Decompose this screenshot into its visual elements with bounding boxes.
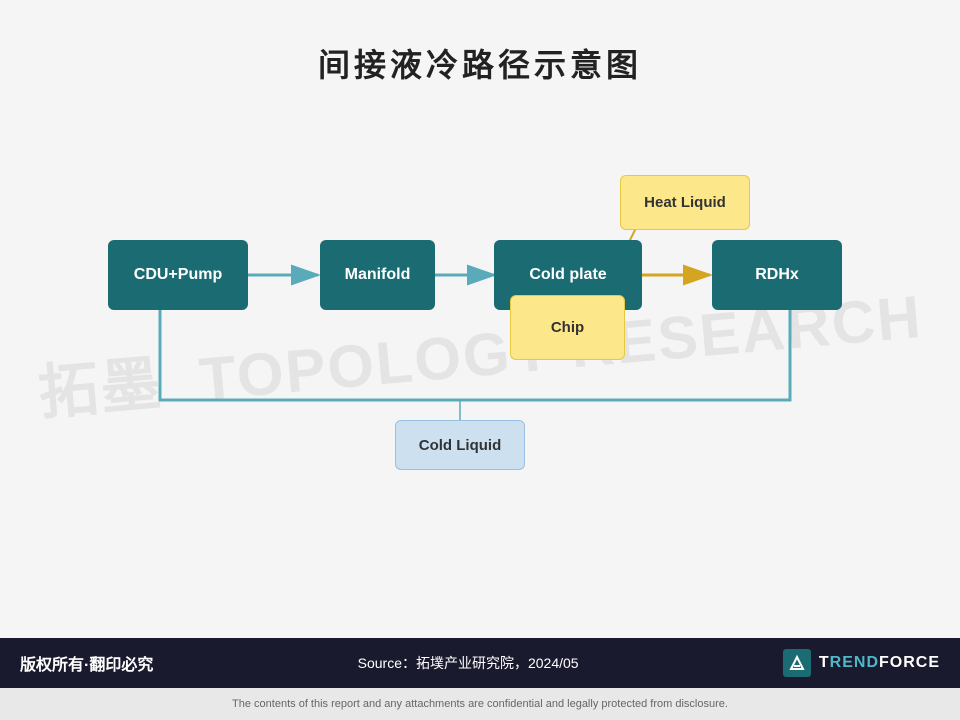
diagram-area: 拓墨 TOPOLOGY RESEARCH [0,120,960,580]
main-content: 间接液冷路径示意图 拓墨 TOPOLOGY RESEARCH [0,0,960,660]
cdu-pump-box: CDU+Pump [108,240,248,310]
footer-disclaimer: The contents of this report and any atta… [0,688,960,720]
footer-dark: 版权所有·翻印必究 Source：拓墣产业研究院，2024/05 TRENDFO… [0,638,960,688]
chip-box: Chip [510,295,625,360]
page-title: 间接液冷路径示意图 [0,0,960,86]
rdhx-box: RDHx [712,240,842,310]
heat-liquid-box: Heat Liquid [620,175,750,230]
logo-text: TRENDFORCE [819,654,940,672]
cold-liquid-box: Cold Liquid [395,420,525,470]
arrows-svg [0,120,960,580]
source-text: Source：拓墣产业研究院，2024/05 [153,653,783,673]
logo-icon [783,649,811,677]
copyright-text: 版权所有·翻印必究 [20,651,153,675]
manifold-box: Manifold [320,240,435,310]
trendforce-logo: TRENDFORCE [783,649,940,677]
